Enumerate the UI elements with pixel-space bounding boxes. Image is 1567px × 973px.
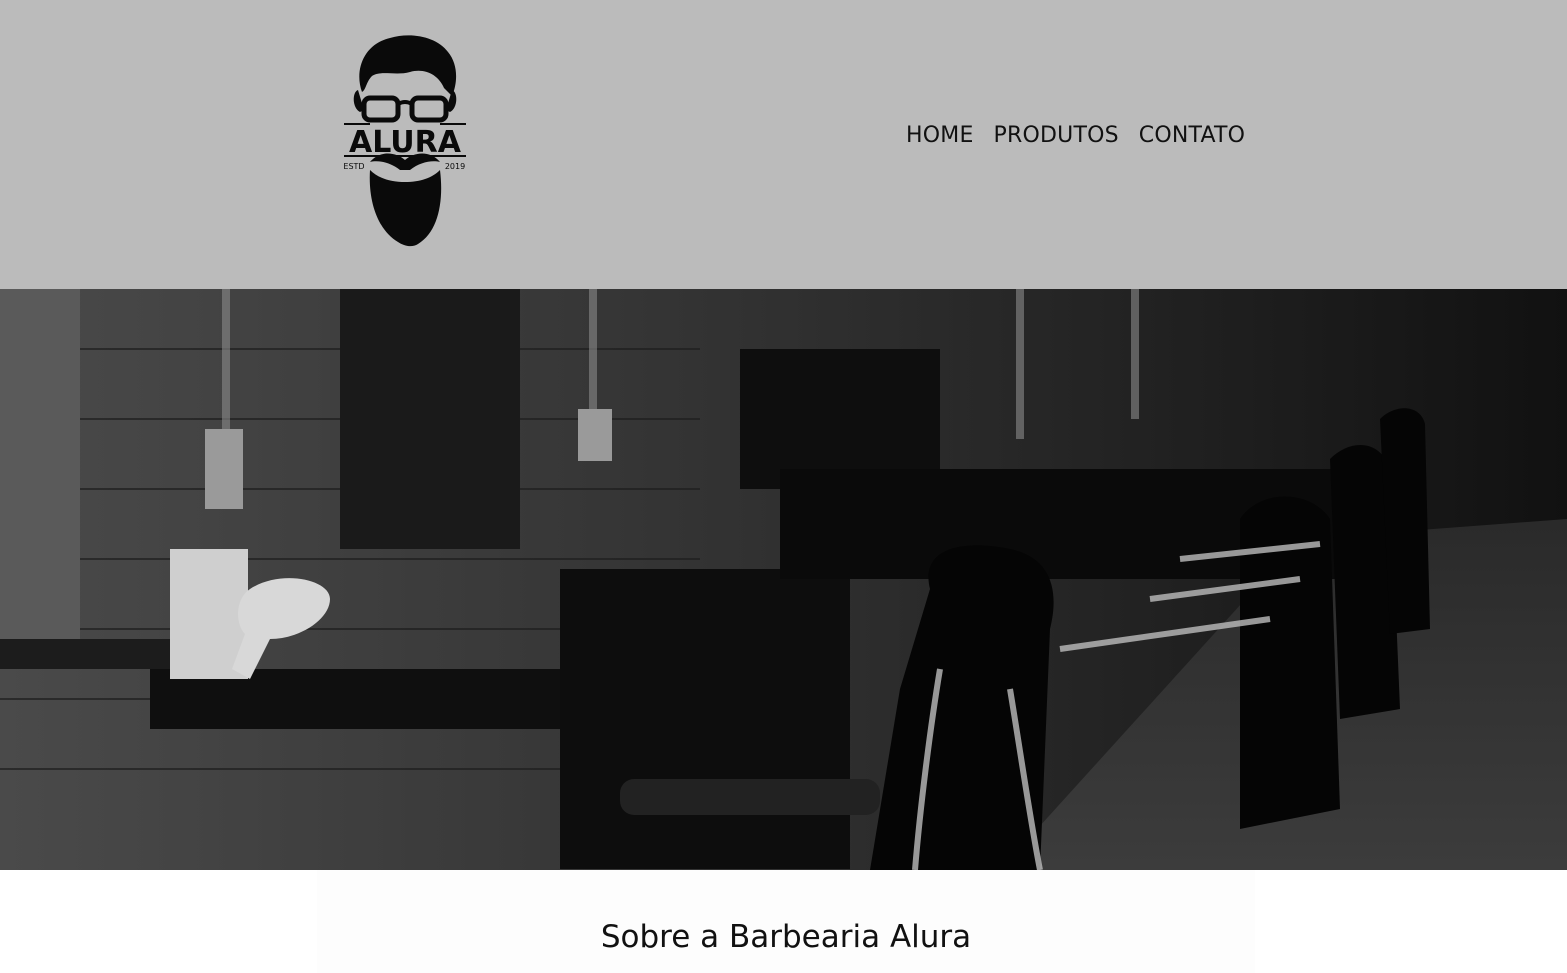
svg-text:2019: 2019 [445, 162, 465, 171]
alura-logo[interactable]: ALURA ESTD 2019 [340, 30, 470, 252]
site-header: ALURA ESTD 2019 HOME PRODUTOS CONTATO [0, 0, 1567, 289]
about-title: Sobre a Barbearia Alura [600, 919, 972, 955]
nav-produtos-link[interactable]: PRODUTOS [994, 122, 1119, 150]
svg-text:ESTD: ESTD [343, 162, 364, 171]
nav-home-link[interactable]: HOME [906, 122, 974, 150]
barbershop-photo [0, 289, 1567, 870]
nav-contato-link[interactable]: CONTATO [1139, 122, 1245, 150]
hero-banner-image [0, 289, 1567, 870]
main-nav: HOME PRODUTOS CONTATO [906, 122, 1245, 150]
about-section: Sobre a Barbearia Alura [317, 870, 1255, 973]
logo-wordmark: ALURA [349, 125, 462, 160]
